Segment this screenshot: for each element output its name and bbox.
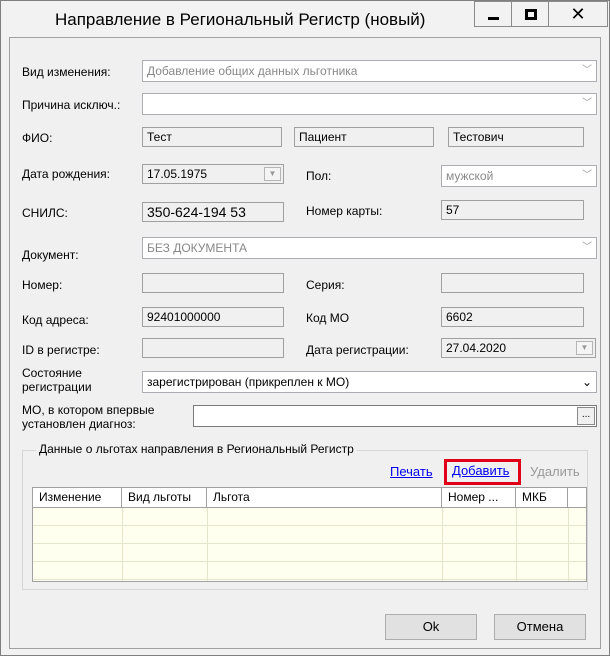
mo-code-field[interactable]: 6602 xyxy=(441,307,584,327)
document-select[interactable]: БЕЗ ДОКУМЕНТА ﹀ xyxy=(142,237,597,259)
col-header-benefit[interactable]: Льгота xyxy=(207,488,442,508)
registration-state-label-line1: Состояние xyxy=(22,366,82,380)
doc-number-label: Номер: xyxy=(22,278,63,292)
birth-date-field[interactable]: 17.05.1975 ▼ xyxy=(142,164,284,184)
first-diagnosis-mo-label: МО, в котором впервые установлен диагноз… xyxy=(22,403,154,431)
birth-date-value: 17.05.1975 xyxy=(147,167,208,181)
table-row xyxy=(33,508,586,526)
snils-label: СНИЛС: xyxy=(22,206,68,220)
last-name-field[interactable]: Тест xyxy=(142,127,282,147)
col-header-number[interactable]: Номер ... xyxy=(442,488,516,508)
sex-value: мужской xyxy=(446,169,494,183)
maximize-button[interactable] xyxy=(511,1,549,27)
mo-code-label: Код МО xyxy=(306,311,350,325)
card-number-field[interactable]: 57 xyxy=(441,200,584,220)
sex-select[interactable]: мужской ﹀ xyxy=(441,165,597,187)
table-row xyxy=(33,526,586,544)
registration-date-label: Дата регистрации: xyxy=(306,343,409,357)
ok-button[interactable]: Ok xyxy=(385,614,477,640)
col-header-benefit-type[interactable]: Вид льготы xyxy=(122,488,207,508)
title-bar[interactable]: Направление в Региональный Регистр (новы… xyxy=(1,1,609,37)
maximize-icon xyxy=(524,8,537,20)
cancel-button[interactable]: Отмена xyxy=(494,614,586,640)
change-type-select[interactable]: Добавление общих данных льготника ﹀ xyxy=(142,60,597,82)
doc-series-label: Серия: xyxy=(306,278,345,292)
chevron-down-icon: ﹀ xyxy=(582,170,592,181)
add-link-highlight xyxy=(444,459,521,485)
first-name-field[interactable]: Пациент xyxy=(294,127,434,147)
chevron-down-icon: ﹀ xyxy=(582,65,592,76)
registration-state-select[interactable]: зарегистрирован (прикреплен к МО) ⌄ xyxy=(142,371,597,393)
doc-number-field[interactable] xyxy=(142,273,284,293)
address-code-field[interactable]: 92401000000 xyxy=(142,307,284,327)
document-label: Документ: xyxy=(22,248,79,262)
minimize-icon xyxy=(488,16,499,20)
calendar-dropdown-icon[interactable]: ▼ xyxy=(264,167,281,181)
birth-date-label: Дата рождения: xyxy=(22,167,110,181)
close-icon: ✕ xyxy=(570,4,586,24)
first-diagnosis-mo-label-line2: установлен диагноз: xyxy=(22,417,136,431)
snils-field[interactable]: 350-624-194 53 xyxy=(142,202,284,222)
chevron-down-icon: ﹀ xyxy=(582,98,592,109)
close-button[interactable]: ✕ xyxy=(548,1,608,27)
document-value: БЕЗ ДОКУМЕНТА xyxy=(147,241,248,255)
delete-link[interactable]: Удалить xyxy=(530,464,580,479)
card-number-label: Номер карты: xyxy=(306,204,383,218)
col-header-change[interactable]: Изменение xyxy=(33,488,122,508)
registration-state-value: зарегистрирован (прикреплен к МО) xyxy=(147,375,350,389)
registration-state-label-line2: регистрации xyxy=(22,380,92,394)
col-header-mkb[interactable]: МКБ xyxy=(516,488,568,508)
middle-name-field[interactable]: Тестович xyxy=(448,127,584,147)
registration-date-value: 27.04.2020 xyxy=(446,341,507,355)
minimize-button[interactable] xyxy=(474,1,512,27)
registration-state-label: Состояние регистрации xyxy=(22,366,92,394)
exclusion-reason-label: Причина исключ.: xyxy=(22,98,121,112)
fio-label: ФИО: xyxy=(22,131,53,145)
window-title: Направление в Региональный Регистр (новы… xyxy=(55,10,426,29)
sex-label: Пол: xyxy=(306,169,332,183)
doc-series-field[interactable] xyxy=(441,273,584,293)
print-link[interactable]: Печать xyxy=(390,464,433,479)
registration-date-field[interactable]: 27.04.2020 ▼ xyxy=(441,338,596,358)
address-code-label: Код адреса: xyxy=(22,313,89,327)
calendar-dropdown-icon[interactable]: ▼ xyxy=(576,341,593,355)
ellipsis-button[interactable]: ... xyxy=(577,407,595,425)
dialog-window: Направление в Региональный Регистр (новы… xyxy=(0,0,610,656)
table-row xyxy=(33,562,586,580)
exclusion-reason-select[interactable]: ﹀ xyxy=(142,93,597,115)
change-type-label: Вид изменения: xyxy=(22,65,111,79)
benefits-group-title: Данные о льготах направления в Региональ… xyxy=(36,442,357,456)
first-diagnosis-mo-field[interactable]: ... xyxy=(193,405,597,427)
chevron-down-icon: ⌄ xyxy=(581,375,592,389)
grid-header: Изменение Вид льготы Льгота Номер ... МК… xyxy=(33,488,586,508)
table-row xyxy=(33,544,586,562)
first-diagnosis-mo-label-line1: МО, в котором впервые xyxy=(22,403,155,417)
chevron-down-icon: ﹀ xyxy=(582,242,592,253)
change-type-value: Добавление общих данных льготника xyxy=(147,64,358,78)
registry-id-label: ID в регистре: xyxy=(22,343,100,357)
registry-id-field[interactable] xyxy=(142,338,284,358)
benefits-grid[interactable]: Изменение Вид льготы Льгота Номер ... МК… xyxy=(32,487,587,582)
